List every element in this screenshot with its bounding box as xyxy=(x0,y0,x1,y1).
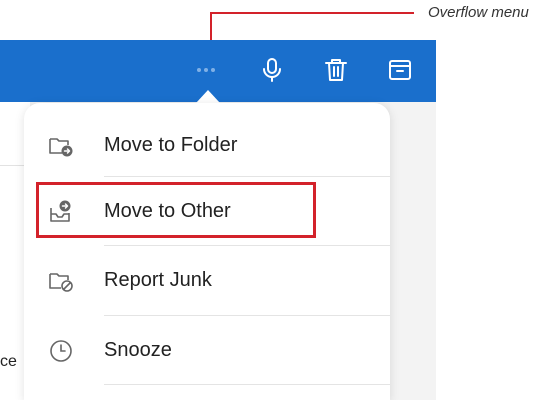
menu-item-snooze[interactable]: Snooze xyxy=(24,316,390,386)
microphone-icon[interactable] xyxy=(258,56,286,84)
menu-separator xyxy=(104,384,390,385)
menu-item-label: Snooze xyxy=(104,339,172,361)
popover-caret xyxy=(196,90,220,103)
clock-icon xyxy=(48,338,74,364)
callout-label: Overflow menu xyxy=(428,4,529,21)
folder-move-icon xyxy=(48,133,74,159)
trash-icon[interactable] xyxy=(322,56,350,84)
menu-item-label: Move to Folder xyxy=(104,134,238,156)
menu-item-report-junk[interactable]: Report Junk xyxy=(24,246,390,316)
highlight-box xyxy=(36,182,316,238)
menu-item-label: Report Junk xyxy=(104,269,212,291)
partial-text: ce xyxy=(0,353,17,370)
callout-line xyxy=(210,12,414,14)
folder-block-icon xyxy=(48,268,74,294)
menu-item-move-to-folder[interactable]: Move to Folder xyxy=(24,111,390,181)
more-horizontal-icon[interactable] xyxy=(192,56,220,84)
overflow-menu: Move to Folder Move to Other Report Junk xyxy=(24,103,390,400)
archive-icon[interactable] xyxy=(386,56,414,84)
reading-pane xyxy=(390,102,436,400)
